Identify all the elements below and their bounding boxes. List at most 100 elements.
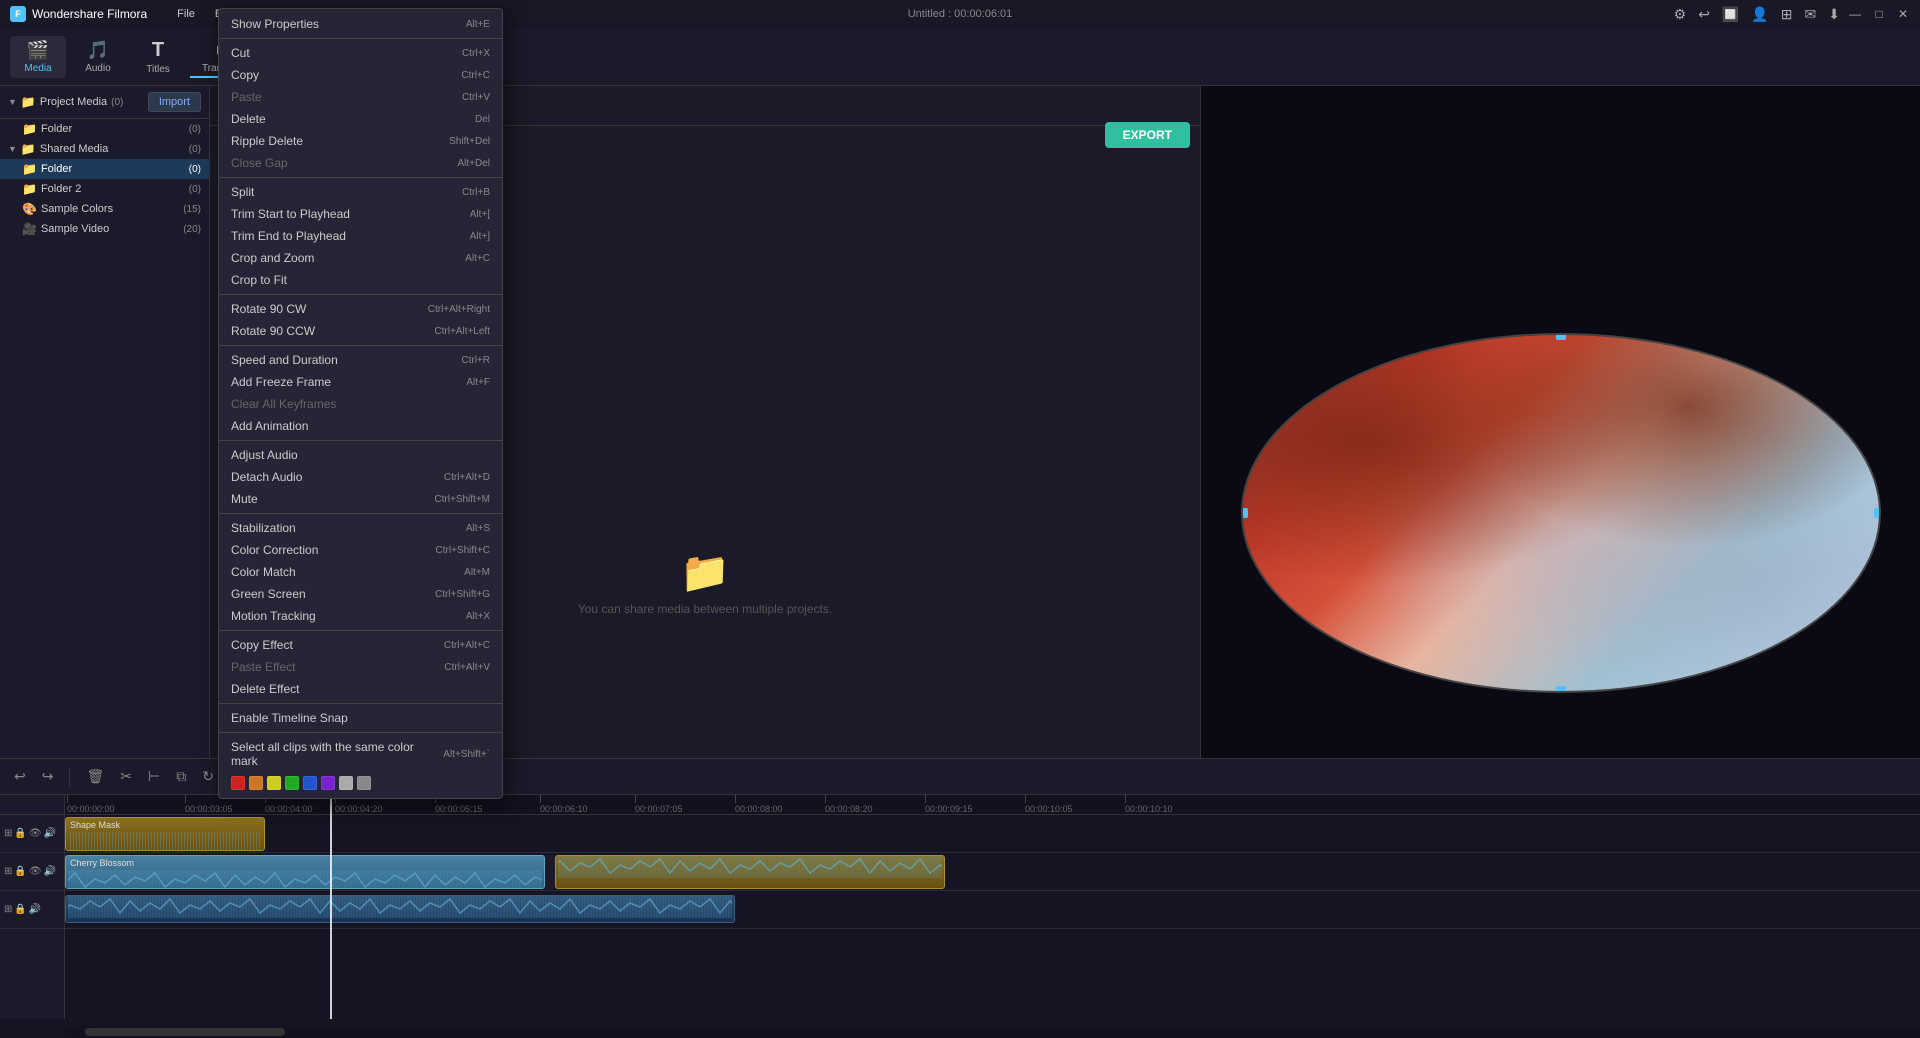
ctx-green-screen[interactable]: Green Screen Ctrl+Shift+G	[219, 583, 502, 605]
toolbar-media[interactable]: 🎬 Media	[10, 36, 66, 78]
handle-bottom-middle[interactable]	[1556, 686, 1566, 693]
ctx-color-match[interactable]: Color Match Alt+M	[219, 561, 502, 583]
icon-7[interactable]: ⬇	[1828, 6, 1840, 23]
folder2-item[interactable]: 📁 Folder 2 (0)	[0, 179, 209, 199]
ctx-add-animation[interactable]: Add Animation	[219, 415, 502, 437]
project-media-header[interactable]: ▼ 📁 Project Media (0)	[8, 95, 123, 109]
handle-middle-right[interactable]	[1874, 508, 1881, 518]
handle-top-left[interactable]	[1241, 333, 1248, 340]
track3-icon1[interactable]: ⊞	[4, 904, 12, 915]
clip-waveform-cherry	[68, 870, 542, 889]
swatch-yellow[interactable]	[267, 776, 281, 790]
menu-file[interactable]: File	[167, 6, 205, 22]
track2-icon1[interactable]: ⊞	[4, 866, 12, 877]
ctx-delete[interactable]: Delete Del	[219, 108, 502, 130]
import-button[interactable]: Import	[148, 92, 201, 112]
track1-eye[interactable]: 👁	[29, 828, 42, 839]
handle-bottom-left[interactable]	[1241, 686, 1248, 693]
media-icon: 🎬	[27, 40, 49, 61]
ctx-copy-effect[interactable]: Copy Effect Ctrl+Alt+C	[219, 634, 502, 656]
track1-lock[interactable]: 🔒	[14, 828, 26, 839]
track1-audio[interactable]: 🔊	[44, 828, 56, 839]
icon-5[interactable]: ⊞	[1781, 6, 1793, 23]
ctx-ripple-delete[interactable]: Ripple Delete Shift+Del	[219, 130, 502, 152]
shape-mask-clip[interactable]: Shape Mask	[65, 817, 265, 851]
ctx-speed-duration[interactable]: Speed and Duration Ctrl+R	[219, 349, 502, 371]
toolbar-audio[interactable]: 🎵 Audio	[70, 36, 126, 78]
icon-6[interactable]: ✉	[1805, 6, 1817, 23]
toolbar-titles[interactable]: T Titles	[130, 35, 186, 79]
ctx-rotate-ccw[interactable]: Rotate 90 CCW Ctrl+Alt+Left	[219, 320, 502, 342]
handle-middle-left[interactable]	[1241, 508, 1248, 518]
handle-bottom-right[interactable]	[1874, 686, 1881, 693]
ctx-trim-start[interactable]: Trim Start to Playhead Alt+[	[219, 203, 502, 225]
sample-video-item[interactable]: 🎥 Sample Video (20)	[0, 219, 209, 239]
track2-audio[interactable]: 🔊	[44, 866, 56, 877]
icon-1[interactable]: ⚙	[1674, 6, 1687, 23]
ctx-mute[interactable]: Mute Ctrl+Shift+M	[219, 488, 502, 510]
audio-clip[interactable]	[65, 895, 735, 923]
swatch-red[interactable]	[231, 776, 245, 790]
track-row-1: Shape Mask	[65, 815, 1920, 853]
cut-tl-button[interactable]: ✂	[116, 766, 136, 787]
swatch-light[interactable]	[339, 776, 353, 790]
shared-media-item[interactable]: ▼ 📁 Shared Media (0)	[0, 139, 209, 159]
track-label-3: ⊞ 🔒 🔊	[0, 891, 64, 929]
ctx-adjust-audio[interactable]: Adjust Audio	[219, 444, 502, 466]
swatch-purple[interactable]	[321, 776, 335, 790]
ctx-color-correction[interactable]: Color Correction Ctrl+Shift+C	[219, 539, 502, 561]
ctx-delete-effect[interactable]: Delete Effect	[219, 678, 502, 700]
swatch-green[interactable]	[285, 776, 299, 790]
ctx-crop-zoom[interactable]: Crop and Zoom Alt+C	[219, 247, 502, 269]
icon-2[interactable]: ↩	[1698, 6, 1710, 23]
swatch-orange[interactable]	[249, 776, 263, 790]
swatch-blue[interactable]	[303, 776, 317, 790]
cherry-blossom-clip[interactable]: Cherry Blossom	[65, 855, 545, 889]
swatch-dark[interactable]	[357, 776, 371, 790]
handle-top-middle[interactable]	[1556, 333, 1566, 340]
ctx-motion-tracking[interactable]: Motion Tracking Alt+X	[219, 605, 502, 627]
handle-top-right[interactable]	[1874, 333, 1881, 340]
icon-3[interactable]: 🔲	[1722, 6, 1739, 23]
ctx-rotate-cw[interactable]: Rotate 90 CW Ctrl+Alt+Right	[219, 298, 502, 320]
crop-tl-button[interactable]: ⧉	[172, 766, 190, 787]
delete-tl-button[interactable]: 🗑	[82, 766, 108, 787]
track3-audio[interactable]: 🔊	[29, 904, 41, 915]
folder-item[interactable]: 📁 Folder (0)	[0, 119, 209, 139]
ctx-trim-end[interactable]: Trim End to Playhead Alt+]	[219, 225, 502, 247]
ctx-detach-audio[interactable]: Detach Audio Ctrl+Alt+D	[219, 466, 502, 488]
rotate-tl-button[interactable]: ↻	[198, 766, 218, 787]
ctx-freeze-frame[interactable]: Add Freeze Frame Alt+F	[219, 371, 502, 393]
ctx-sep-9	[219, 732, 502, 733]
track2-lock[interactable]: 🔒	[14, 866, 26, 877]
split-tl-button[interactable]: ⊢	[144, 766, 164, 787]
sample-colors-count: (15)	[183, 204, 201, 215]
export-button[interactable]: EXPORT	[1105, 122, 1190, 148]
track3-lock[interactable]: 🔒	[14, 904, 26, 915]
redo-tl-button[interactable]: ↪	[38, 766, 58, 787]
track1-icon1[interactable]: ⊞	[4, 828, 12, 839]
ctx-select-color-mark[interactable]: Select all clips with the same color mar…	[219, 736, 502, 772]
icon-4[interactable]: 👤	[1751, 6, 1768, 23]
folder-selected-item[interactable]: 📁 Folder (0)	[0, 159, 209, 179]
ctx-enable-snap[interactable]: Enable Timeline Snap	[219, 707, 502, 729]
track2-eye[interactable]: 👁	[29, 866, 42, 877]
color-swatches	[219, 772, 502, 794]
ctx-split[interactable]: Split Ctrl+B	[219, 181, 502, 203]
sample-colors-item[interactable]: 🎨 Sample Colors (15)	[0, 199, 209, 219]
extra-video-clip[interactable]	[555, 855, 945, 889]
ctx-crop-fit[interactable]: Crop to Fit	[219, 269, 502, 291]
ctx-show-properties[interactable]: Show Properties Alt+E	[219, 13, 502, 35]
minimize-button[interactable]: —	[1848, 7, 1862, 21]
ctx-sep-8	[219, 703, 502, 704]
ctx-copy[interactable]: Copy Ctrl+C	[219, 64, 502, 86]
maximize-button[interactable]: □	[1872, 7, 1886, 21]
ctx-stabilization[interactable]: Stabilization Alt+S	[219, 517, 502, 539]
ctx-cut[interactable]: Cut Ctrl+X	[219, 42, 502, 64]
audio-waveform	[68, 896, 732, 918]
playhead[interactable]	[330, 795, 332, 1019]
close-button[interactable]: ✕	[1896, 7, 1910, 21]
scrollbar-thumb[interactable]	[85, 1028, 285, 1036]
undo-tl-button[interactable]: ↩	[10, 766, 30, 787]
ctx-sep-5	[219, 440, 502, 441]
